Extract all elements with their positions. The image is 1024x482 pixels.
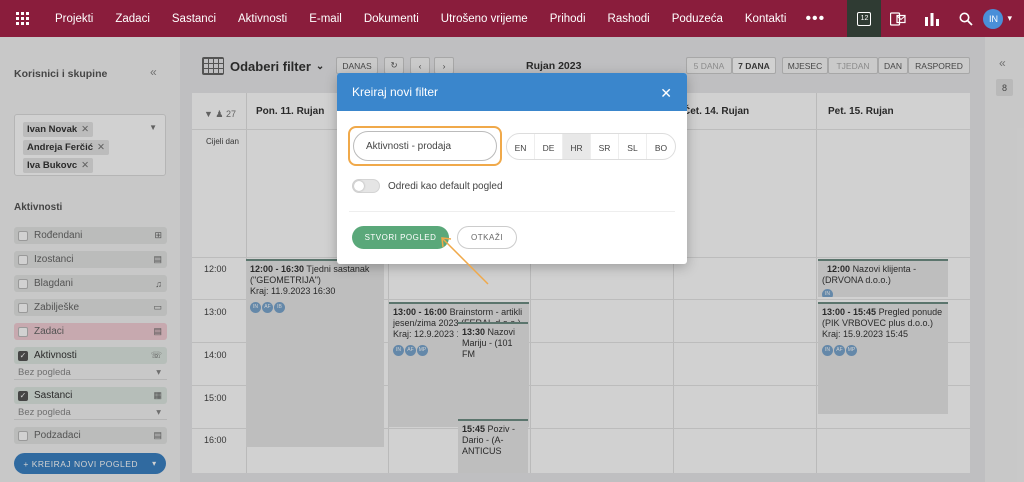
language-tab-sr[interactable]: SR bbox=[591, 134, 619, 159]
cancel-button[interactable]: OTKAŽI bbox=[457, 226, 517, 249]
nav-item-zadaci[interactable]: Zadaci bbox=[104, 13, 161, 25]
nav-item-poduzeca[interactable]: Poduzeća bbox=[661, 13, 734, 25]
chevron-down-icon[interactable]: ▾ bbox=[1007, 13, 1012, 24]
bar-chart-icon bbox=[925, 12, 940, 26]
calendar-nav-button[interactable]: 12 bbox=[847, 0, 882, 37]
nav-item-email[interactable]: E-mail bbox=[298, 13, 353, 25]
nav-item-dokumenti[interactable]: Dokumenti bbox=[353, 13, 430, 25]
language-tab-de[interactable]: DE bbox=[535, 134, 563, 159]
nav-item-prihodi[interactable]: Prihodi bbox=[539, 13, 597, 25]
language-tab-bo[interactable]: BO bbox=[647, 134, 675, 159]
divider bbox=[349, 211, 675, 212]
nav-item-rashodi[interactable]: Rashodi bbox=[597, 13, 661, 25]
create-view-submit-button[interactable]: STVORI POGLED bbox=[352, 226, 449, 249]
nav-more-button[interactable]: ••• bbox=[797, 10, 833, 28]
outlook-icon bbox=[890, 11, 907, 26]
search-nav-button[interactable] bbox=[949, 0, 983, 37]
top-nav: Projekti Zadaci Sastanci Aktivnosti E-ma… bbox=[0, 0, 1024, 37]
nav-right: 12 IN ▾ bbox=[847, 0, 1024, 37]
language-tab-en[interactable]: EN bbox=[507, 134, 535, 159]
default-view-label: Odredi kao default pogled bbox=[388, 180, 503, 192]
search-icon bbox=[959, 12, 974, 26]
apps-menu-button[interactable] bbox=[0, 0, 44, 37]
language-tabs: EN DE HR SR SL BO bbox=[506, 133, 676, 160]
language-tab-sl[interactable]: SL bbox=[619, 134, 647, 159]
nav-item-projekti[interactable]: Projekti bbox=[44, 13, 104, 25]
nav-item-sastanci[interactable]: Sastanci bbox=[161, 13, 227, 25]
nav-item-kontakti[interactable]: Kontakti bbox=[734, 13, 798, 25]
create-filter-modal: Kreiraj novi filter ✕ EN DE HR SR SL BO … bbox=[337, 73, 687, 264]
input-highlight bbox=[348, 126, 502, 166]
calendar-day-number: 12 bbox=[860, 15, 869, 22]
calendar-icon: 12 bbox=[857, 11, 872, 26]
modal-title: Kreiraj novi filter bbox=[352, 85, 439, 99]
reports-nav-button[interactable] bbox=[915, 0, 949, 37]
nav-item-aktivnosti[interactable]: Aktivnosti bbox=[227, 13, 298, 25]
filter-name-input[interactable] bbox=[353, 131, 497, 161]
grid-icon bbox=[15, 12, 29, 25]
close-icon[interactable]: ✕ bbox=[660, 85, 672, 102]
nav-items: Projekti Zadaci Sastanci Aktivnosti E-ma… bbox=[44, 0, 833, 37]
toggle-knob bbox=[354, 181, 364, 191]
nav-item-utroseno-vrijeme[interactable]: Utrošeno vrijeme bbox=[430, 13, 539, 25]
language-tab-hr[interactable]: HR bbox=[563, 134, 591, 159]
outlook-nav-button[interactable] bbox=[881, 0, 915, 37]
modal-header: Kreiraj novi filter bbox=[337, 73, 687, 111]
user-avatar[interactable]: IN bbox=[983, 8, 1004, 29]
default-view-toggle[interactable] bbox=[352, 179, 380, 193]
default-view-row: Odredi kao default pogled bbox=[352, 179, 503, 193]
